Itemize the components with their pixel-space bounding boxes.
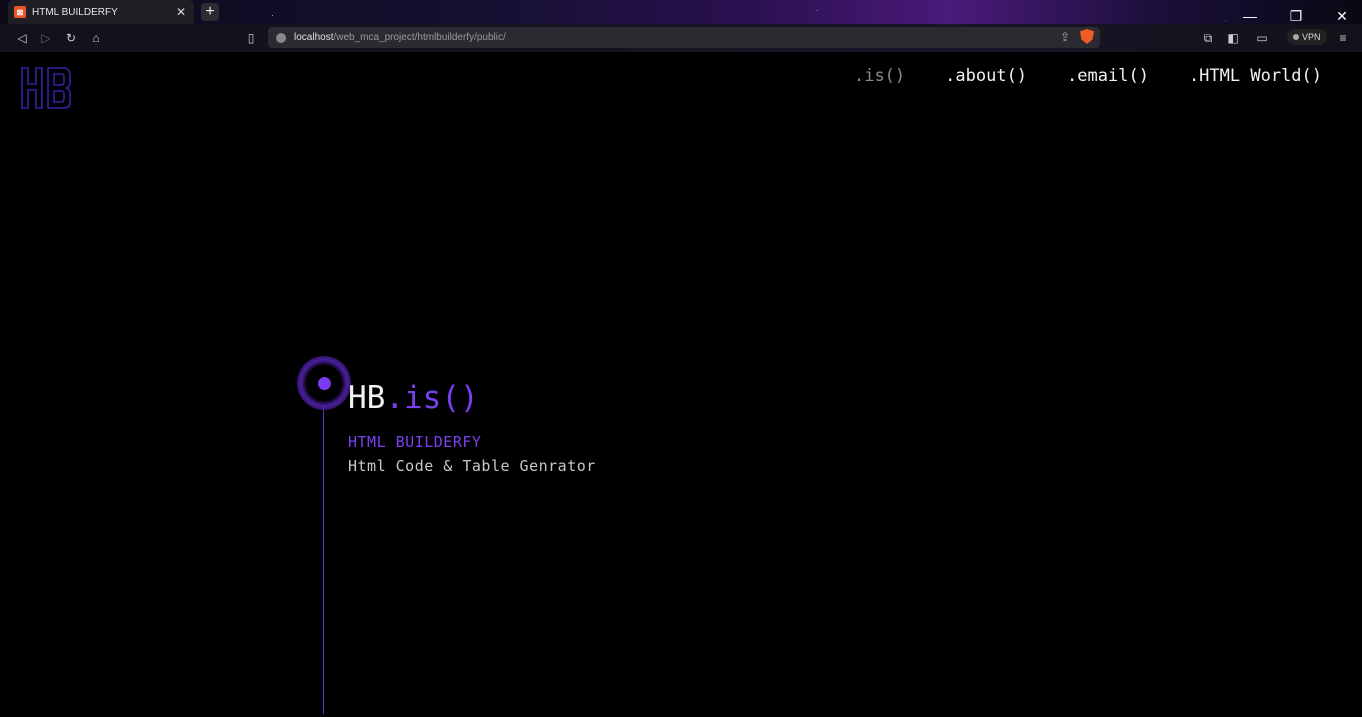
close-window-icon[interactable]: ✕ — [1332, 8, 1352, 25]
address-bar[interactable]: localhost /web_mca_project/htmlbuilderfy… — [268, 27, 1100, 48]
bookmark-icon[interactable]: ▯ — [242, 29, 260, 47]
browser-tab[interactable]: ⊠ HTML BUILDERFY ✕ — [8, 0, 194, 24]
new-tab-button[interactable]: + — [201, 3, 219, 21]
timeline-line — [323, 384, 324, 714]
restore-icon[interactable]: ❐ — [1286, 8, 1306, 25]
extensions-icon[interactable]: ⧉ — [1199, 29, 1217, 47]
hero-title-main: HB — [348, 380, 386, 416]
brave-shields-icon[interactable] — [1080, 29, 1094, 44]
reload-icon[interactable]: ↻ — [62, 29, 80, 47]
back-icon[interactable]: ◁ — [13, 29, 31, 47]
timeline-dot — [318, 377, 331, 390]
nav-item-email[interactable]: .email() — [1067, 66, 1149, 86]
sidebar-icon[interactable]: ◧ — [1224, 29, 1242, 47]
share-icon[interactable]: ⇪ — [1060, 30, 1070, 44]
forward-icon[interactable]: ▷ — [37, 29, 55, 47]
hb-logo-icon — [21, 67, 71, 109]
site-logo[interactable] — [20, 66, 72, 110]
vpn-button[interactable]: VPN — [1287, 29, 1327, 45]
hero-subtitle: HTML BUILDERFY — [348, 433, 482, 451]
browser-toolbar: ◁ ▷ ↻ ⌂ ▯ localhost /web_mca_project/htm… — [0, 24, 1362, 52]
tab-title: HTML BUILDERFY — [32, 6, 118, 18]
close-tab-icon[interactable]: ✕ — [174, 5, 188, 19]
hero-description: Html Code & Table Genrator — [348, 457, 596, 475]
vpn-status-icon — [1293, 34, 1299, 40]
vpn-label: VPN — [1302, 32, 1321, 42]
nav-item-is[interactable]: .is() — [854, 66, 905, 86]
nav-item-about[interactable]: .about() — [945, 66, 1027, 86]
page-content: .is() .about() .email() .HTML World() HB… — [0, 52, 1362, 717]
hero-title-accent: .is() — [385, 380, 479, 416]
browser-chrome: ⊠ HTML BUILDERFY ✕ + — ❐ ✕ ◁ ▷ ↻ ⌂ ▯ loc… — [0, 0, 1362, 52]
minimize-icon[interactable]: — — [1240, 8, 1260, 24]
xampp-icon: ⊠ — [14, 6, 26, 18]
hero-title: HB.is() — [348, 380, 479, 416]
wallet-icon[interactable]: ▭ — [1253, 29, 1271, 47]
nav-item-html-world[interactable]: .HTML World() — [1189, 66, 1322, 86]
main-nav: .is() .about() .email() .HTML World() — [854, 66, 1322, 86]
url-host: localhost — [294, 32, 334, 43]
home-icon[interactable]: ⌂ — [87, 29, 105, 47]
url-path: /web_mca_project/htmlbuilderfy/public/ — [333, 32, 506, 43]
menu-icon[interactable]: ≡ — [1334, 29, 1352, 47]
site-info-icon[interactable] — [276, 32, 286, 43]
